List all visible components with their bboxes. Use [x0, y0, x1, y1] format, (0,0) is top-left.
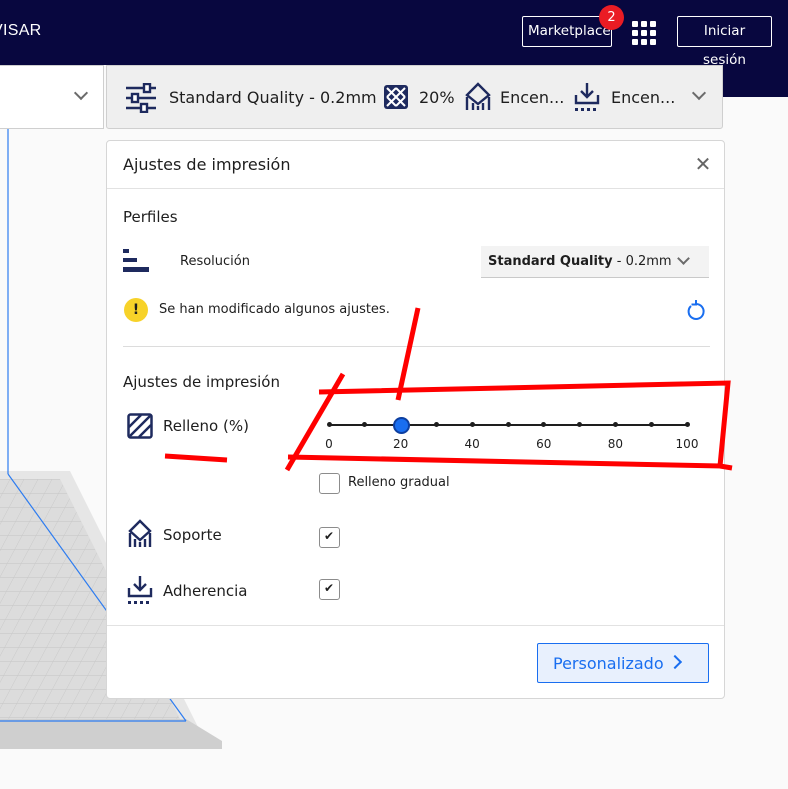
infill-slider-step[interactable]: [612, 422, 618, 427]
chevron-down-icon: [73, 85, 89, 101]
infill-slider-step[interactable]: [541, 422, 547, 427]
warning-text: Se han modificado algunos ajustes.: [159, 302, 390, 317]
stage-tab-preview[interactable]: VISAR: [0, 22, 42, 40]
infill-slider-step[interactable]: [362, 422, 368, 427]
infill-slider-step[interactable]: [433, 422, 439, 427]
infill-slider-tick-label: 40: [464, 437, 480, 451]
machine-selector-dropdown[interactable]: [0, 65, 104, 129]
login-button[interactable]: Iniciar sesión: [677, 16, 772, 68]
infill-slider-tick-label: 20: [392, 437, 409, 451]
infill-slider-handle[interactable]: [392, 417, 410, 434]
infill-slider-tick-label: 0: [325, 437, 333, 451]
resolution-dropdown[interactable]: Standard Quality - 0.2mm: [481, 246, 709, 278]
print-setup-selector[interactable]: Standard Quality - 0.2mm 20% Encen... En…: [106, 65, 723, 129]
resolution-value: Standard Quality - 0.2mm: [488, 254, 672, 269]
support-icon: [465, 82, 491, 110]
warning-icon: !: [124, 298, 148, 322]
chevron-right-icon: [667, 654, 683, 670]
support-summary: Encen...: [500, 88, 565, 107]
settings-heading: Ajustes de impresión: [123, 373, 280, 391]
reset-icon[interactable]: [685, 300, 707, 322]
infill-slider-step[interactable]: [505, 422, 511, 427]
panel-footer-divider: [107, 625, 724, 626]
support-icon: [128, 519, 152, 547]
resolution-label: Resolución: [180, 254, 250, 269]
adhesion-summary: Encen...: [611, 88, 676, 107]
custom-settings-label: Personalizado: [553, 654, 664, 673]
section-divider: [123, 346, 710, 347]
header-extension: [722, 65, 788, 97]
panel-title: Ajustes de impresión: [123, 155, 291, 174]
resolution-icon: [123, 249, 149, 272]
infill-slider-step[interactable]: [684, 422, 690, 427]
gradual-infill-checkbox[interactable]: [319, 473, 340, 494]
chevron-down-icon: [691, 85, 707, 101]
infill-pattern-icon: [384, 85, 408, 109]
close-icon[interactable]: ✕: [693, 154, 713, 174]
infill-slider-step[interactable]: [577, 422, 583, 427]
adhesion-icon: [127, 576, 153, 604]
adhesion-label: Adherencia: [163, 582, 248, 600]
infill-label: Relleno (%): [163, 417, 249, 435]
profile-summary: Standard Quality - 0.2mm: [169, 88, 377, 107]
gradual-infill-label: Relleno gradual: [348, 475, 450, 490]
infill-slider-step[interactable]: [469, 422, 475, 427]
adhesion-icon: [574, 83, 600, 111]
infill-slider-tick-label: 60: [536, 437, 552, 451]
panel-header: Ajustes de impresión ✕: [107, 141, 724, 189]
support-checkbox[interactable]: [319, 527, 340, 548]
support-label: Soporte: [163, 526, 222, 544]
infill-slider-step[interactable]: [648, 422, 654, 427]
chevron-down-icon: [677, 252, 690, 265]
infill-slider-step[interactable]: [326, 422, 332, 427]
adhesion-checkbox[interactable]: [319, 579, 340, 600]
infill-slider-tick-label: 80: [607, 437, 624, 451]
infill-summary: 20%: [419, 88, 455, 107]
infill-slider-tick-label: 100: [675, 437, 699, 451]
custom-settings-button[interactable]: Personalizado: [537, 643, 709, 683]
sliders-icon: [126, 83, 156, 113]
marketplace-badge: 2: [599, 5, 624, 30]
infill-icon: [127, 413, 153, 439]
apps-grid-icon[interactable]: [632, 21, 657, 46]
infill-slider[interactable]: 0 20 40 60 80 100: [325, 417, 698, 451]
profiles-heading: Perfiles: [123, 208, 178, 226]
top-header: VISAR Marketplace 2 Iniciar sesión: [0, 0, 788, 68]
print-settings-panel: Ajustes de impresión ✕ Perfiles Resoluci…: [106, 140, 725, 699]
